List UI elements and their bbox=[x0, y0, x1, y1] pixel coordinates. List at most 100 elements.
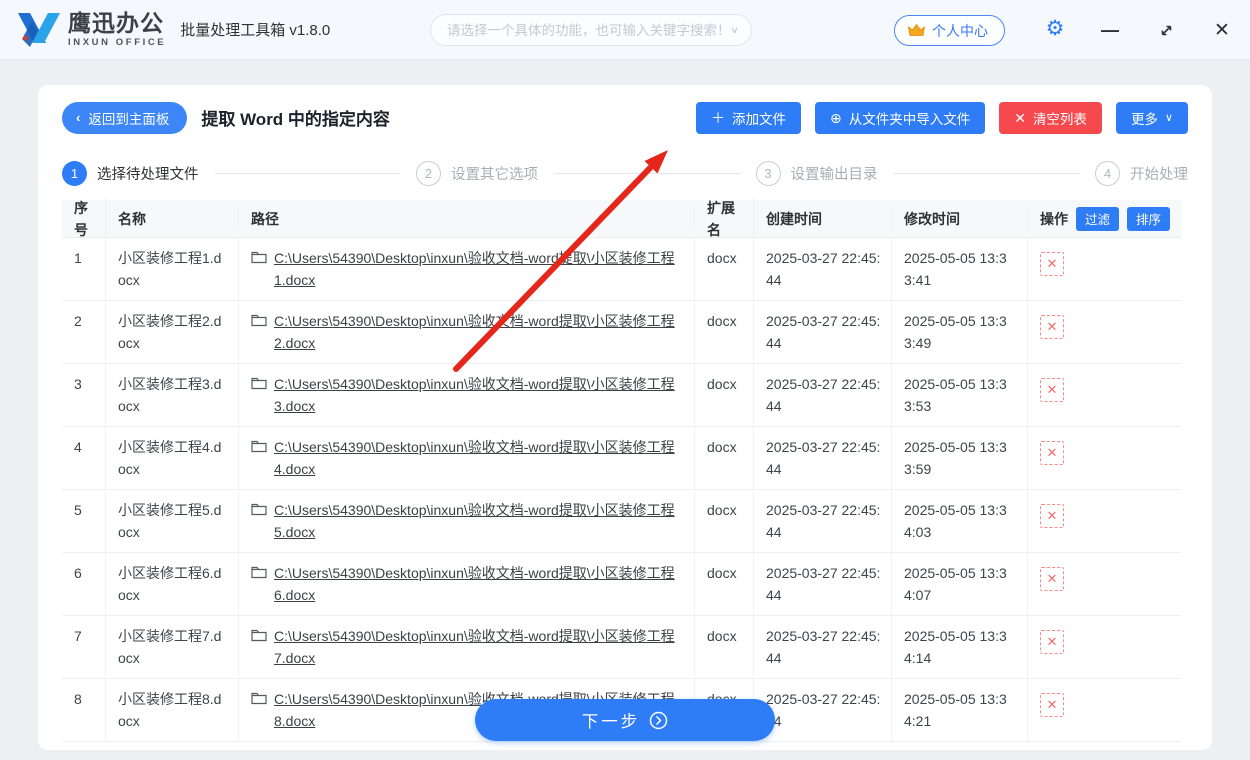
cell-created: 2025-03-27 22:45:44 bbox=[754, 301, 892, 363]
cell-name: 小区装修工程4.docx bbox=[106, 427, 239, 489]
file-path-link[interactable]: C:\Users\54390\Desktop\inxun\验收文档-word提取… bbox=[274, 310, 684, 354]
folder-icon bbox=[251, 314, 267, 327]
file-path-link[interactable]: C:\Users\54390\Desktop\inxun\验收文档-word提取… bbox=[274, 436, 684, 480]
minimize-button[interactable]: — bbox=[1094, 14, 1126, 46]
logo-subtitle: INXUN OFFICE bbox=[68, 36, 167, 48]
clear-list-button[interactable]: ✕ 清空列表 bbox=[999, 101, 1102, 134]
settings-gear-icon[interactable]: ⚙ bbox=[1042, 16, 1068, 42]
resize-diagonal-icon bbox=[1161, 25, 1171, 35]
delete-row-button[interactable]: ✕ bbox=[1040, 315, 1064, 339]
file-path-link[interactable]: C:\Users\54390\Desktop\inxun\验收文档-word提取… bbox=[274, 562, 684, 606]
resize-button[interactable] bbox=[1150, 14, 1182, 46]
user-center-label: 个人中心 bbox=[932, 22, 988, 39]
table-row: 5 小区装修工程5.docx C:\Users\54390\Desktop\in… bbox=[62, 490, 1181, 553]
table-row: 4 小区装修工程4.docx C:\Users\54390\Desktop\in… bbox=[62, 427, 1181, 490]
file-table: 序号 名称 路径 扩展名 创建时间 修改时间 操作 过滤 排序 1 小区装修工程… bbox=[62, 196, 1181, 742]
cell-ext: docx bbox=[695, 490, 754, 552]
app-version-title: 批量处理工具箱 v1.8.0 bbox=[180, 22, 331, 39]
cell-actions: ✕ bbox=[1028, 301, 1181, 363]
cell-ext: docx bbox=[695, 427, 754, 489]
cell-actions: ✕ bbox=[1028, 490, 1181, 552]
cell-path: C:\Users\54390\Desktop\inxun\验收文档-word提取… bbox=[239, 490, 695, 552]
cell-ext: docx bbox=[695, 553, 754, 615]
circle-plus-icon: ⊕ bbox=[829, 109, 842, 126]
delete-row-button[interactable]: ✕ bbox=[1040, 252, 1064, 276]
next-step-button[interactable]: 下一步 bbox=[475, 699, 775, 741]
cell-created: 2025-03-27 22:45:44 bbox=[754, 616, 892, 678]
cell-actions: ✕ bbox=[1028, 553, 1181, 615]
page-header: ‹ 返回到主面板 提取 Word 中的指定内容 ＋ 添加文件 ⊕ 从文件夹中导入… bbox=[62, 101, 1188, 134]
cell-ext: docx bbox=[695, 301, 754, 363]
step-2-number: 2 bbox=[416, 160, 441, 186]
file-path-link[interactable]: C:\Users\54390\Desktop\inxun\验收文档-word提取… bbox=[274, 373, 684, 417]
import-from-folder-button[interactable]: ⊕ 从文件夹中导入文件 bbox=[814, 101, 986, 134]
step-1-select-files: 1 选择待处理文件 bbox=[62, 160, 199, 186]
col-header-created: 创建时间 bbox=[754, 207, 892, 230]
folder-icon bbox=[251, 629, 267, 642]
clear-list-label: 清空列表 bbox=[1032, 111, 1087, 127]
more-label: 更多 bbox=[1130, 111, 1158, 127]
app-logo: 鹰迅办公 INXUN OFFICE bbox=[16, 9, 166, 51]
cell-index: 1 bbox=[62, 238, 106, 300]
delete-row-button[interactable]: ✕ bbox=[1040, 504, 1064, 528]
step-2-options: 2 设置其它选项 bbox=[416, 160, 538, 186]
delete-row-button[interactable]: ✕ bbox=[1040, 630, 1064, 654]
circle-arrow-right-icon bbox=[650, 711, 668, 729]
filter-button[interactable]: 过滤 bbox=[1076, 206, 1120, 231]
cell-name: 小区装修工程3.docx bbox=[106, 364, 239, 426]
cell-path: C:\Users\54390\Desktop\inxun\验收文档-word提取… bbox=[239, 238, 695, 300]
cell-created: 2025-03-27 22:45:44 bbox=[754, 679, 892, 741]
col-header-modified: 修改时间 bbox=[892, 207, 1028, 230]
cell-index: 8 bbox=[62, 679, 106, 741]
file-path-link[interactable]: C:\Users\54390\Desktop\inxun\验收文档-word提取… bbox=[274, 499, 684, 543]
delete-row-button[interactable]: ✕ bbox=[1040, 693, 1064, 717]
actions-header-label: 操作 bbox=[1040, 210, 1068, 227]
step-3-output-dir: 3 设置输出目录 bbox=[755, 160, 878, 186]
cell-actions: ✕ bbox=[1028, 427, 1181, 489]
table-row: 1 小区装修工程1.docx C:\Users\54390\Desktop\in… bbox=[62, 238, 1181, 301]
step-1-label: 选择待处理文件 bbox=[97, 166, 199, 183]
more-button[interactable]: 更多 ∨ bbox=[1115, 101, 1188, 134]
cell-path: C:\Users\54390\Desktop\inxun\验收文档-word提取… bbox=[239, 616, 695, 678]
sort-button[interactable]: 排序 bbox=[1127, 206, 1171, 231]
back-to-dashboard-button[interactable]: ‹ 返回到主面板 bbox=[62, 101, 188, 134]
cell-modified: 2025-05-05 13:34:21 bbox=[892, 679, 1028, 741]
back-button-label: 返回到主面板 bbox=[88, 111, 170, 127]
cell-modified: 2025-05-05 13:33:49 bbox=[892, 301, 1028, 363]
cell-modified: 2025-05-05 13:33:53 bbox=[892, 364, 1028, 426]
cell-index: 4 bbox=[62, 427, 106, 489]
delete-row-button[interactable]: ✕ bbox=[1040, 378, 1064, 402]
folder-icon bbox=[251, 566, 267, 579]
step-connector bbox=[554, 172, 740, 174]
cell-index: 6 bbox=[62, 553, 106, 615]
cell-created: 2025-03-27 22:45:44 bbox=[754, 364, 892, 426]
step-indicator: 1 选择待处理文件 2 设置其它选项 3 设置输出目录 4 开始处理 bbox=[62, 160, 1188, 186]
import-from-folder-label: 从文件夹中导入文件 bbox=[848, 111, 971, 127]
cell-ext: docx bbox=[695, 238, 754, 300]
cell-actions: ✕ bbox=[1028, 364, 1181, 426]
step-4-number: 4 bbox=[1095, 160, 1120, 186]
cell-name: 小区装修工程2.docx bbox=[106, 301, 239, 363]
page-title: 提取 Word 中的指定内容 bbox=[201, 110, 390, 129]
step-4-start: 4 开始处理 bbox=[1095, 160, 1188, 186]
cell-actions: ✕ bbox=[1028, 679, 1181, 741]
search-input[interactable] bbox=[447, 22, 731, 38]
logo-title: 鹰迅办公 bbox=[68, 9, 164, 36]
close-button[interactable]: ✕ bbox=[1206, 14, 1238, 46]
function-search-combobox[interactable]: ∨ bbox=[430, 14, 752, 46]
delete-row-button[interactable]: ✕ bbox=[1040, 567, 1064, 591]
chevron-down-icon: ∨ bbox=[730, 24, 739, 36]
folder-icon bbox=[251, 377, 267, 390]
add-files-button[interactable]: ＋ 添加文件 bbox=[695, 101, 801, 134]
col-header-name: 名称 bbox=[106, 207, 239, 230]
cell-path: C:\Users\54390\Desktop\inxun\验收文档-word提取… bbox=[239, 364, 695, 426]
cell-path: C:\Users\54390\Desktop\inxun\验收文档-word提取… bbox=[239, 553, 695, 615]
delete-row-button[interactable]: ✕ bbox=[1040, 441, 1064, 465]
step-3-number: 3 bbox=[755, 160, 781, 186]
file-path-link[interactable]: C:\Users\54390\Desktop\inxun\验收文档-word提取… bbox=[274, 625, 684, 669]
col-header-ext: 扩展名 bbox=[695, 196, 754, 241]
user-center-button[interactable]: 个人中心 bbox=[894, 15, 1005, 46]
col-header-path: 路径 bbox=[239, 207, 695, 230]
file-path-link[interactable]: C:\Users\54390\Desktop\inxun\验收文档-word提取… bbox=[274, 247, 684, 291]
cell-modified: 2025-05-05 13:34:03 bbox=[892, 490, 1028, 552]
